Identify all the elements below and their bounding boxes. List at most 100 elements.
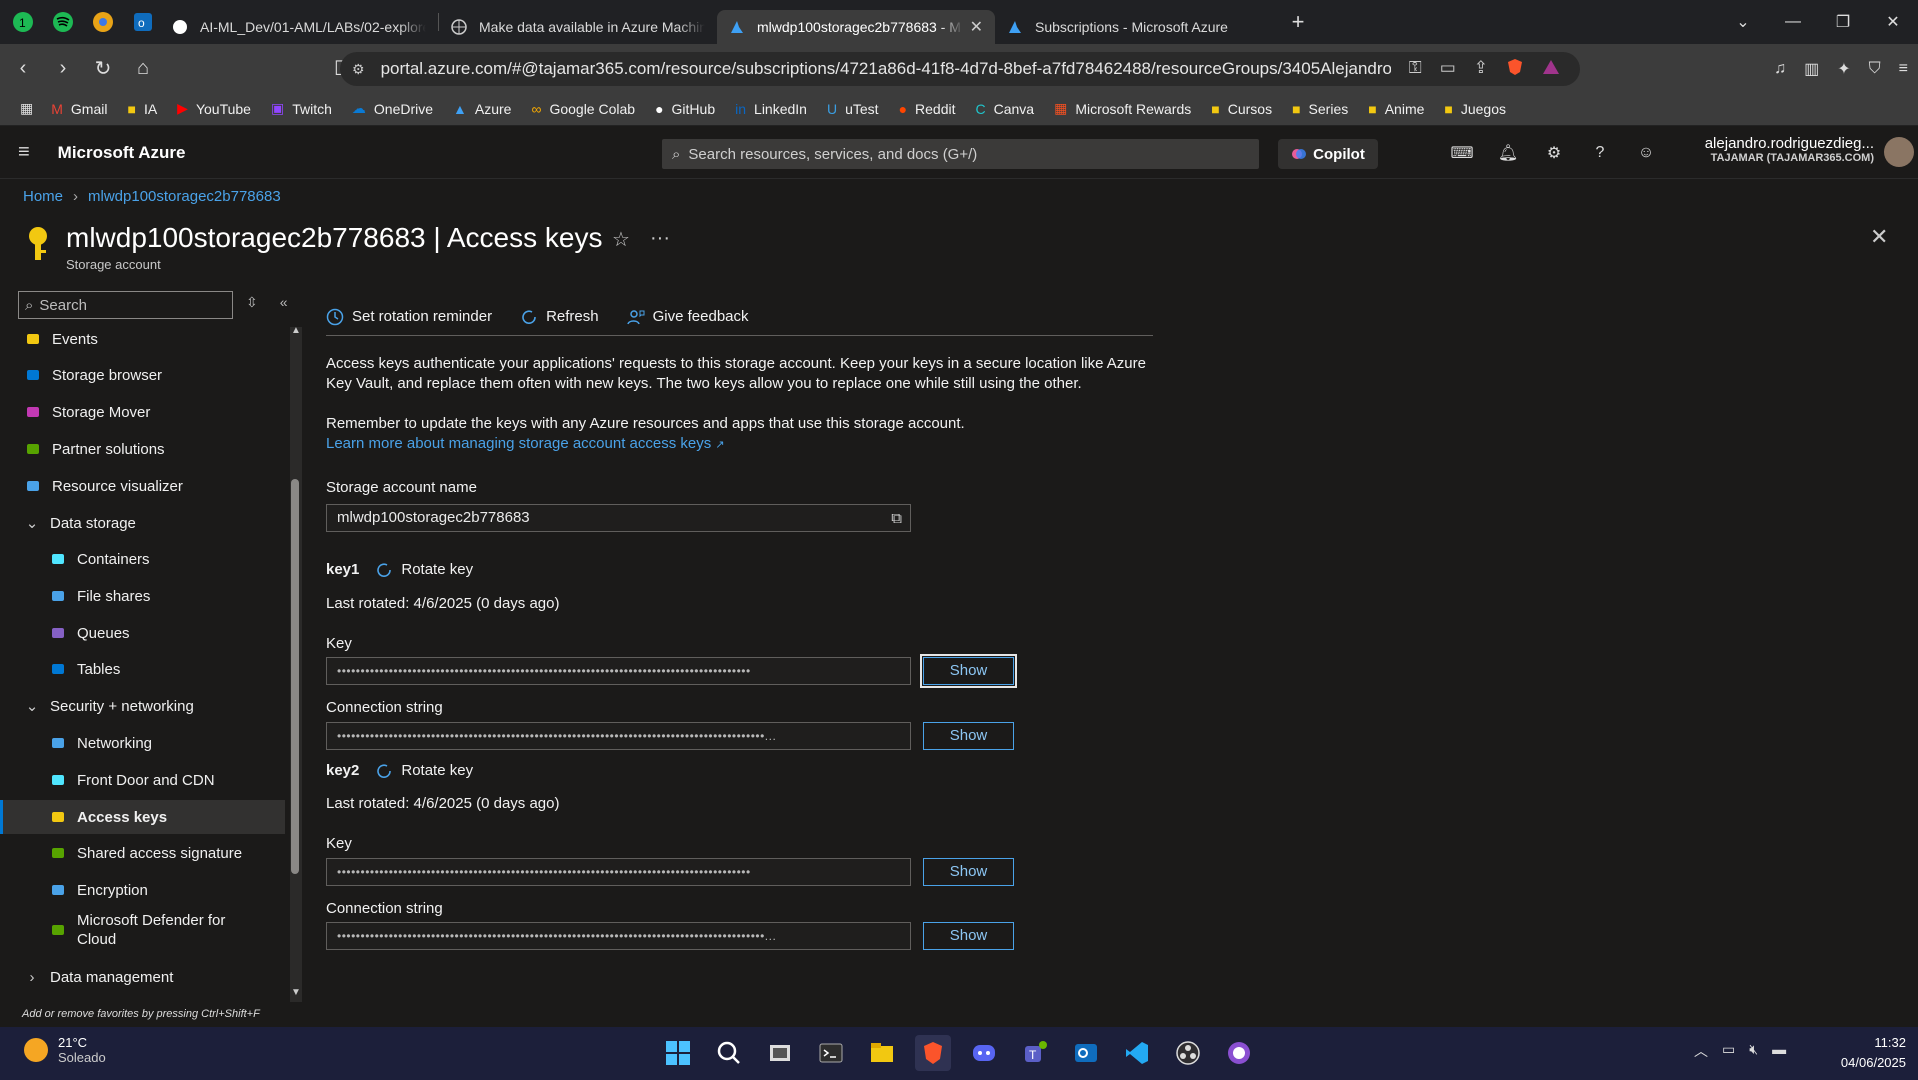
apps-icon[interactable]: ▦ <box>20 100 33 117</box>
reload-button[interactable]: ↻ <box>86 51 120 85</box>
leo-ai-icon[interactable]: ✦ <box>1837 59 1850 79</box>
new-tab-button[interactable]: + <box>1281 7 1315 37</box>
key1-show-connection-button[interactable]: Show <box>923 722 1014 750</box>
back-button[interactable]: ‹ <box>6 51 40 85</box>
key2-connection-field[interactable]: ••••••••••••••••••••••••••••••••••••••••… <box>326 922 911 950</box>
notifications-icon[interactable]: 🔔︎ <box>1496 139 1520 167</box>
global-search-input[interactable]: ⌕ Search resources, services, and docs (… <box>662 139 1259 169</box>
key2-show-connection-button[interactable]: Show <box>923 922 1014 950</box>
learn-more-link[interactable]: Learn more about managing storage accoun… <box>326 434 1156 455</box>
key1-key-field[interactable]: ••••••••••••••••••••••••••••••••••••••••… <box>326 657 911 685</box>
sidebar-group-data-storage[interactable]: ⌄ Data storage <box>0 506 285 540</box>
bookmark-juegos[interactable]: ■ Juegos <box>1444 101 1506 117</box>
vpn-icon[interactable]: ⛉ <box>1869 60 1881 78</box>
key1-show-key-button[interactable]: Show <box>920 654 1017 688</box>
sidebar-item-front-door-and-cdn[interactable]: Front Door and CDN <box>0 763 285 797</box>
browser-tab[interactable]: AI-ML_Dev/01-AML/LABs/02-explore <box>160 10 438 44</box>
cast-icon[interactable]: ▭ <box>1440 58 1456 81</box>
pinned-tab-spotify[interactable] <box>46 7 80 37</box>
scrollbar-thumb[interactable] <box>291 479 299 874</box>
bookmark-series[interactable]: ■ Series <box>1292 101 1348 117</box>
scroll-down-icon[interactable]: ▼ <box>291 987 301 998</box>
taskbar-clock[interactable]: 11:32 04/06/2025 <box>1806 1033 1906 1073</box>
bookmark-youtube[interactable]: ▶ YouTube <box>177 100 251 117</box>
search-icon[interactable] <box>711 1035 747 1071</box>
minimize-button[interactable]: — <box>1768 13 1818 31</box>
bookmark-utest[interactable]: UuTest <box>827 101 879 117</box>
sidebar-item-containers[interactable]: Containers <box>0 542 285 576</box>
bookmark-colab[interactable]: ∞ Google Colab <box>531 101 635 117</box>
forward-button[interactable]: › <box>46 51 80 85</box>
sidebar-item-file-shares[interactable]: File shares <box>0 579 285 613</box>
vscode-icon[interactable] <box>1119 1035 1155 1071</box>
bookmark-reddit[interactable]: ● Reddit <box>899 101 956 117</box>
key2-key-field[interactable]: ••••••••••••••••••••••••••••••••••••••••… <box>326 858 911 886</box>
copilot-button[interactable]: Copilot <box>1278 139 1378 169</box>
bookmark-twitch[interactable]: ▣ Twitch <box>271 100 332 117</box>
key2-show-key-button[interactable]: Show <box>923 858 1014 886</box>
browser-tab-active[interactable]: mlwdp100storagec2b778683 - M ✕ <box>717 10 995 44</box>
display-icon[interactable]: ▭ <box>1722 1041 1735 1061</box>
bookmark-github[interactable]: ● GitHub <box>655 101 715 117</box>
menu-icon[interactable]: ≡ <box>1899 60 1908 78</box>
url-bar[interactable]: ⚙ portal.azure.com/#@tajamar365.com/reso… <box>340 52 1580 86</box>
set-rotation-reminder-button[interactable]: Set rotation reminder <box>326 308 492 326</box>
breadcrumb-home[interactable]: Home <box>23 188 63 205</box>
rotate-key1-button[interactable]: Rotate key <box>375 560 473 580</box>
avatar[interactable] <box>1884 137 1914 167</box>
sidebar-item-access-keys[interactable]: Access keys <box>0 800 285 834</box>
sidebar-item-microsoft-defender-for[interactable]: Microsoft Defender for Cloud <box>0 910 285 950</box>
sidebar-item-tables[interactable]: Tables <box>0 652 285 686</box>
sidebar-search-input[interactable]: ⌕ Search <box>18 291 233 319</box>
github-desktop-icon[interactable] <box>1221 1035 1257 1071</box>
account-menu[interactable]: alejandro.rodriguezdieg... TAJAMAR (TAJA… <box>1684 135 1874 164</box>
chevron-up-icon[interactable]: ︿ <box>1694 1041 1708 1061</box>
close-blade-icon[interactable]: ✕ <box>1870 224 1888 250</box>
sidebar-group-data-management[interactable]: › Data management <box>0 960 285 994</box>
settings-icon[interactable]: ⚙ <box>1542 139 1566 167</box>
browser-tab[interactable]: Make data available in Azure Machin <box>439 10 717 44</box>
bookmark-rewards[interactable]: ▦ Microsoft Rewards <box>1054 100 1191 117</box>
sidebar-item-storage-mover[interactable]: Storage Mover <box>0 395 285 429</box>
help-icon[interactable]: ? <box>1588 139 1612 167</box>
home-button[interactable]: ⌂ <box>126 51 160 85</box>
sidebar-item-networking[interactable]: Networking <box>0 726 285 760</box>
portal-menu-icon[interactable]: ≡ <box>18 141 30 164</box>
feedback-icon[interactable]: ☺ <box>1634 139 1658 167</box>
bookmark-ia[interactable]: ■ IA <box>127 101 157 117</box>
browser-tab[interactable]: Subscriptions - Microsoft Azure <box>995 10 1273 44</box>
bookmark-onedrive[interactable]: ☁ OneDrive <box>352 100 433 117</box>
sidebar-item-shared-access-signature[interactable]: Shared access signature <box>0 836 285 870</box>
sidebar-item-queues[interactable]: Queues <box>0 616 285 650</box>
copy-icon[interactable]: ⧉ <box>891 509 902 529</box>
bookmark-linkedin[interactable]: in LinkedIn <box>735 101 807 117</box>
sidebar-scrollbar[interactable]: ▲ ▼ <box>288 325 302 1002</box>
maximize-button[interactable]: ❐ <box>1818 12 1868 32</box>
tab-search-icon[interactable]: ⌄ <box>1718 12 1768 32</box>
pinned-tab-chrome[interactable] <box>86 7 120 37</box>
refresh-button[interactable]: Refresh <box>520 308 599 326</box>
sidebar-item-partner-solutions[interactable]: Partner solutions <box>0 432 285 466</box>
password-key-icon[interactable]: ⚿ <box>1409 58 1422 81</box>
sidebar-group-security-networking[interactable]: ⌄ Security + networking <box>0 689 285 723</box>
give-feedback-button[interactable]: Give feedback <box>626 308 749 326</box>
outlook-icon[interactable] <box>1068 1035 1104 1071</box>
brave-shields-icon[interactable] <box>1506 58 1524 81</box>
bookmark-gmail[interactable]: M Gmail <box>51 101 107 117</box>
bookmark-azure[interactable]: ▲ Azure <box>453 101 511 117</box>
teams-icon[interactable]: T <box>1017 1035 1053 1071</box>
sidebar-toggle-icon[interactable]: ▥ <box>1804 59 1819 79</box>
key1-connection-field[interactable]: ••••••••••••••••••••••••••••••••••••••••… <box>326 722 911 750</box>
terminal-icon[interactable] <box>813 1035 849 1071</box>
favorite-star-icon[interactable]: ☆ <box>612 227 630 252</box>
collapse-sidebar-icon[interactable]: « <box>280 294 288 311</box>
obs-icon[interactable] <box>1170 1035 1206 1071</box>
bookmark-canva[interactable]: C Canva <box>976 101 1035 117</box>
bookmark-anime[interactable]: ■ Anime <box>1368 101 1424 117</box>
sidebar-item-encryption[interactable]: Encryption <box>0 873 285 907</box>
music-icon[interactable]: ♫ <box>1774 60 1786 78</box>
sidebar-item-events[interactable]: Events <box>0 322 285 356</box>
weather-widget[interactable]: 21°C Soleado <box>24 1035 106 1065</box>
sidebar-item-resource-visualizer[interactable]: Resource visualizer <box>0 469 285 503</box>
speaker-muted-icon[interactable]: 🔇︎ <box>1749 1041 1758 1061</box>
